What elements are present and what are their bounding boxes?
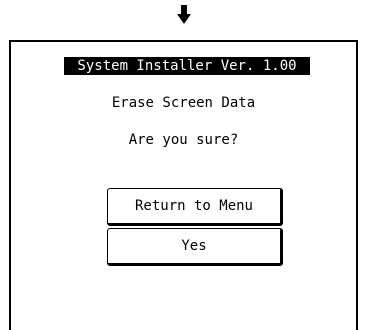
installer-screen: System Installer Ver. 1.00 Erase Screen …	[9, 40, 358, 330]
down-arrow-icon	[177, 5, 191, 24]
erase-message: Erase Screen Data	[111, 95, 256, 111]
title-bar: System Installer Ver. 1.00	[64, 57, 310, 75]
return-to-menu-button[interactable]: Return to Menu	[107, 188, 283, 226]
yes-button[interactable]: Yes	[107, 228, 283, 266]
confirm-question: Are you sure?	[128, 132, 239, 148]
